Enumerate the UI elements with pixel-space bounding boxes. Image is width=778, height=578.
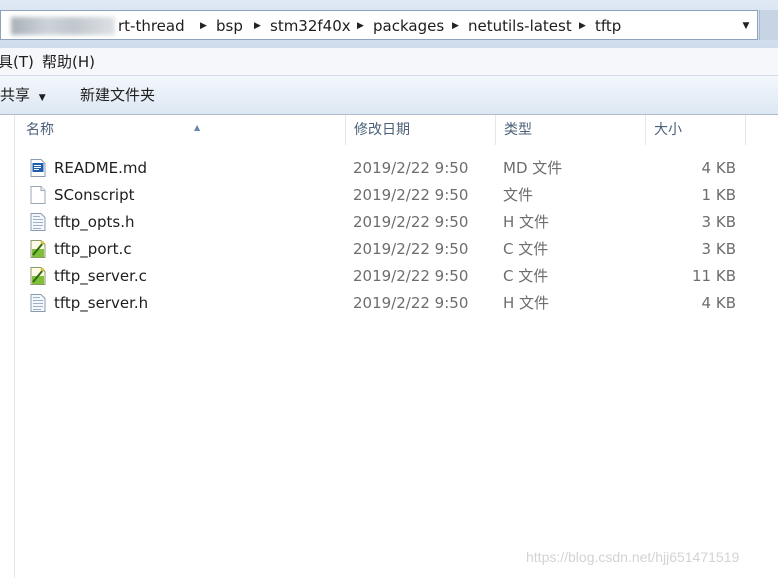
file-name: tftp_port.c (54, 240, 132, 258)
address-bar[interactable]: rt-thread ▶ bsp ▶ stm32f40x ▶ packages ▶… (0, 10, 758, 40)
c-source-file-icon (30, 267, 46, 285)
file-modified-date: 2019/2/22 9:50 (353, 294, 469, 312)
command-bar: 共享 ▼ 新建文件夹 (0, 76, 778, 115)
file-size: 3 KB (701, 213, 736, 231)
breadcrumb-separator-icon[interactable]: ▶ (579, 17, 586, 35)
breadcrumb-separator-icon[interactable]: ▶ (200, 17, 207, 35)
breadcrumb-stm32f40x[interactable]: stm32f40x (270, 17, 351, 35)
column-header-row: 名称 ▲ 修改日期 类型 大小 (18, 115, 758, 145)
menu-tools[interactable]: 具(T) (0, 53, 34, 71)
menu-bar: 具(T) 帮助(H) (0, 48, 778, 76)
share-label: 共享 (0, 86, 31, 104)
file-modified-date: 2019/2/22 9:50 (353, 186, 469, 204)
column-header-name[interactable]: 名称 ▲ (18, 115, 346, 145)
header-file-icon (30, 213, 46, 231)
breadcrumb-rt-thread[interactable]: rt-thread (118, 17, 185, 35)
breadcrumb-tftp[interactable]: tftp (595, 17, 621, 35)
share-button[interactable]: 共享 ▼ (0, 86, 46, 104)
file-row[interactable]: tftp_port.c 2019/2/22 9:50 C 文件 3 KB (26, 237, 746, 261)
sort-ascending-icon: ▲ (194, 123, 201, 132)
file-name: README.md (54, 159, 148, 177)
menu-help[interactable]: 帮助(H) (42, 53, 95, 71)
file-type: H 文件 (503, 213, 550, 231)
file-row[interactable]: SConscript 2019/2/22 9:50 文件 1 KB (26, 183, 746, 207)
breadcrumb-packages[interactable]: packages (373, 17, 444, 35)
breadcrumb-separator-icon[interactable]: ▶ (254, 17, 261, 35)
chevron-down-icon: ▼ (38, 93, 46, 103)
file-list-pane: 名称 ▲ 修改日期 类型 大小 README.md 2019/2/22 9:50… (0, 115, 778, 578)
file-name: tftp_server.c (54, 267, 147, 285)
breadcrumb-netutils-latest[interactable]: netutils-latest (468, 17, 572, 35)
column-date-label: 修改日期 (354, 122, 410, 138)
file-type: C 文件 (503, 267, 549, 285)
file-name: tftp_server.h (54, 294, 149, 312)
file-modified-date: 2019/2/22 9:50 (353, 159, 469, 177)
file-size: 3 KB (701, 240, 736, 258)
column-size-label: 大小 (654, 122, 682, 138)
file-size: 1 KB (701, 186, 736, 204)
column-header-type[interactable]: 类型 (496, 115, 646, 145)
column-type-label: 类型 (504, 122, 532, 138)
file-modified-date: 2019/2/22 9:50 (353, 267, 469, 285)
file-type: 文件 (503, 186, 534, 204)
breadcrumb-separator-icon[interactable]: ▶ (357, 17, 364, 35)
blank-file-icon (30, 186, 46, 204)
file-size: 4 KB (701, 294, 736, 312)
column-header-date[interactable]: 修改日期 (346, 115, 496, 145)
file-row[interactable]: tftp_opts.h 2019/2/22 9:50 H 文件 3 KB (26, 210, 746, 234)
file-modified-date: 2019/2/22 9:50 (353, 240, 469, 258)
header-file-icon (30, 294, 46, 312)
navigation-pane-edge (0, 115, 15, 578)
c-source-file-icon (30, 240, 46, 258)
file-name: SConscript (54, 186, 135, 204)
refresh-button[interactable] (759, 10, 778, 40)
file-modified-date: 2019/2/22 9:50 (353, 213, 469, 231)
redacted-path-segment (11, 17, 115, 35)
file-row[interactable]: tftp_server.c 2019/2/22 9:50 C 文件 11 KB (26, 264, 746, 288)
address-dropdown-icon[interactable]: ▼ (737, 17, 755, 35)
column-header-size[interactable]: 大小 (646, 115, 746, 145)
file-type: H 文件 (503, 294, 550, 312)
file-type: C 文件 (503, 240, 549, 258)
file-row[interactable]: README.md 2019/2/22 9:50 MD 文件 4 KB (26, 156, 746, 180)
file-type: MD 文件 (503, 159, 563, 177)
file-size: 11 KB (692, 267, 736, 285)
markdown-file-icon (30, 159, 46, 177)
address-area: initialize pfs_initfs done rt-thread ▶ b… (0, 0, 778, 48)
file-row[interactable]: tftp_server.h 2019/2/22 9:50 H 文件 4 KB (26, 291, 746, 315)
file-name: tftp_opts.h (54, 213, 135, 231)
file-size: 4 KB (701, 159, 736, 177)
column-name-label: 名称 (26, 122, 54, 138)
breadcrumb-separator-icon[interactable]: ▶ (452, 17, 459, 35)
breadcrumb-bsp[interactable]: bsp (216, 17, 243, 35)
watermark-text: https://blog.csdn.net/hjj651471519 (526, 549, 740, 565)
new-folder-button[interactable]: 新建文件夹 (80, 86, 155, 104)
